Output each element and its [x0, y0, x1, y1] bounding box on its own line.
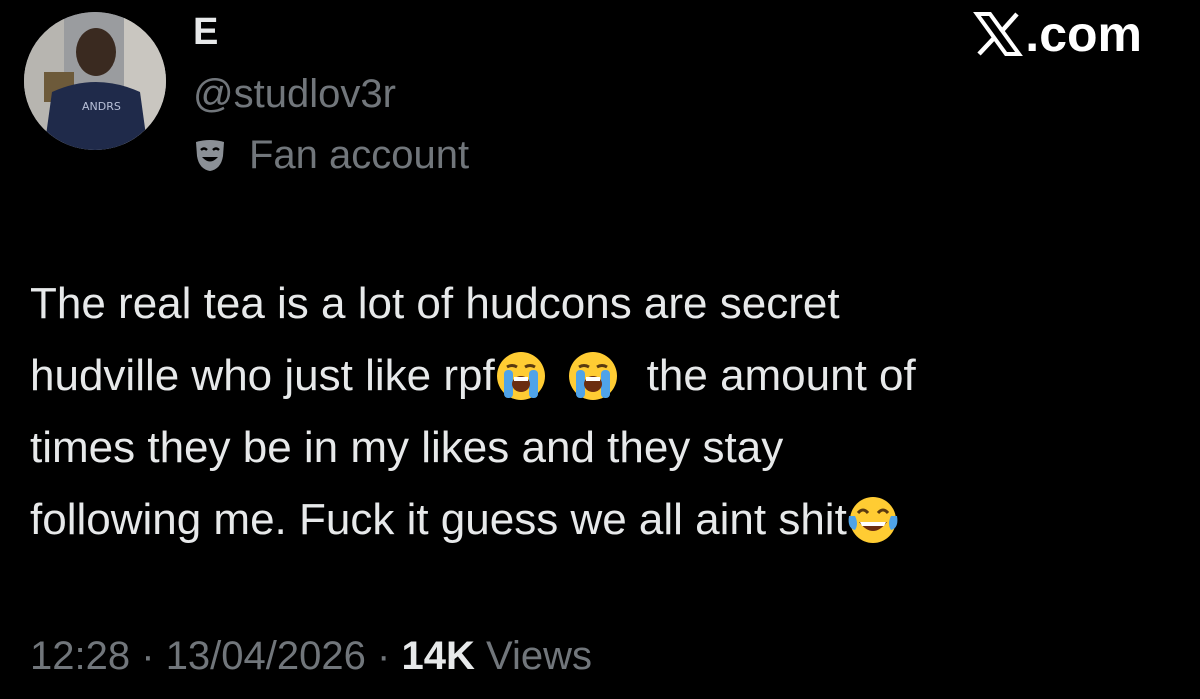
- views-count[interactable]: 14K: [401, 634, 474, 678]
- tweet-line: times they be in my likes and they stay: [30, 412, 1150, 484]
- loudly-crying-face-emoji: [567, 350, 619, 402]
- views-label: Views: [485, 634, 592, 678]
- author-display-name[interactable]: E: [193, 10, 218, 54]
- x-logo-icon: [973, 9, 1024, 59]
- svg-text:ANDRS: ANDRS: [82, 100, 121, 113]
- tweet-time[interactable]: 12:28: [30, 634, 130, 678]
- brand-watermark: .com: [973, 4, 1142, 64]
- loudly-crying-face-emoji: [495, 350, 547, 402]
- account-label-text: Fan account: [249, 133, 470, 177]
- account-label: Fan account: [193, 130, 469, 180]
- author-handle[interactable]: @studlov3r: [193, 70, 396, 118]
- tweet-meta: 12:28 · 13/04/2026 · 14K Views: [30, 628, 592, 684]
- tweet-line-text: times they be in my likes and they stay: [30, 423, 784, 472]
- meta-separator: ·: [141, 634, 155, 678]
- meta-separator: ·: [377, 634, 391, 678]
- tweet-line: following me. Fuck it guess we all aint …: [30, 484, 1150, 556]
- tweet-line-text: following me. Fuck it guess we all aint …: [30, 495, 847, 544]
- tweet-line: hudville who just like rpf the amount of: [30, 340, 1150, 412]
- author-avatar[interactable]: ANDRS: [24, 12, 166, 150]
- theater-mask-icon: [193, 138, 227, 172]
- tweet-text: The real tea is a lot of hudcons are sec…: [30, 268, 1150, 556]
- tweet-line-text: hudville who just like rpf: [30, 351, 495, 400]
- tweet-date[interactable]: 13/04/2026: [166, 634, 366, 678]
- tweet-line-text: the amount of: [646, 351, 916, 400]
- tweet-line-text: The real tea is a lot of hudcons are sec…: [30, 279, 840, 328]
- tweet-line: The real tea is a lot of hudcons are sec…: [30, 268, 1150, 340]
- avatar-photo: ANDRS: [24, 12, 166, 150]
- brand-text: .com: [1025, 6, 1142, 62]
- face-with-tears-of-joy-emoji: [847, 494, 899, 546]
